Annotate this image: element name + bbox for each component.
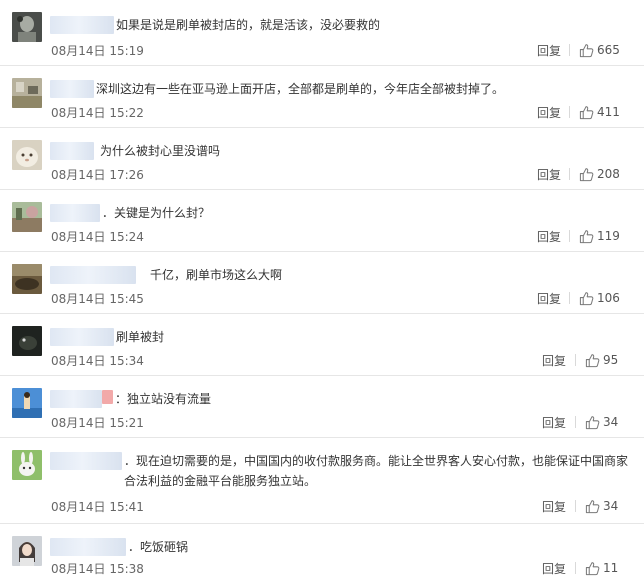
comment-text: ．吃饭砸锅 xyxy=(128,540,189,554)
like-button[interactable]: 11 xyxy=(585,560,618,576)
avatar[interactable] xyxy=(12,450,42,480)
comment-time: 08月14日 15:22 xyxy=(51,106,144,120)
like-button[interactable]: 208 xyxy=(579,166,620,182)
like-count: 34 xyxy=(603,415,619,429)
reply-button[interactable]: 回复 xyxy=(537,228,561,245)
separator xyxy=(575,562,576,574)
separator xyxy=(569,106,570,118)
thumbs-up-icon xyxy=(585,499,600,513)
thumbs-up-icon xyxy=(585,353,600,367)
comment-time: 08月14日 17:26 xyxy=(51,168,144,182)
separator xyxy=(569,44,570,56)
comment-time: 08月14日 15:24 xyxy=(51,230,144,244)
reply-button[interactable]: 回复 xyxy=(542,498,566,515)
comment-text: 千亿，刷单市场这么大啊 xyxy=(150,268,283,282)
thumbs-up-icon xyxy=(585,415,600,429)
like-count: 208 xyxy=(597,167,620,181)
comment-text: 为什么被封心里没谱吗 xyxy=(100,144,221,158)
like-count: 11 xyxy=(603,561,619,575)
comment-time: 08月14日 15:45 xyxy=(51,292,144,306)
like-button[interactable]: 34 xyxy=(585,498,618,514)
comment-time: 08月14日 15:41 xyxy=(51,500,144,514)
avatar[interactable] xyxy=(12,326,42,356)
separator xyxy=(569,230,570,242)
comment-time: 08月14日 15:38 xyxy=(51,562,144,576)
like-count: 411 xyxy=(597,105,620,119)
like-count: 119 xyxy=(597,229,620,243)
like-button[interactable]: 106 xyxy=(579,290,620,306)
avatar[interactable] xyxy=(12,12,42,42)
blurred-username[interactable] xyxy=(50,204,100,222)
like-button[interactable]: 411 xyxy=(579,104,620,120)
avatar[interactable] xyxy=(12,202,42,232)
user-tag xyxy=(102,390,113,404)
thumbs-up-icon xyxy=(579,291,594,305)
avatar[interactable] xyxy=(12,388,42,418)
comment-list: 如果是说是刷单被封店的，就是活该，没必要救的 08月14日 15:19 回复 6… xyxy=(0,0,644,583)
like-count: 34 xyxy=(603,499,619,513)
blurred-username[interactable] xyxy=(50,142,94,160)
comment-item: ：独立站没有流量 08月14日 15:21 回复 34 xyxy=(0,376,644,438)
avatar[interactable] xyxy=(12,264,42,294)
comment-item: 刷单被封 08月14日 15:34 回复 95 xyxy=(0,314,644,376)
avatar[interactable] xyxy=(12,536,42,566)
reply-button[interactable]: 回复 xyxy=(542,414,566,431)
comment-text: ．现在迫切需要的是，中国国内的收付款服务商。能让全世界客人安心付款，也能保证中国… xyxy=(124,454,629,488)
avatar[interactable] xyxy=(12,140,42,170)
thumbs-up-icon xyxy=(585,561,600,575)
like-button[interactable]: 119 xyxy=(579,228,620,244)
like-button[interactable]: 34 xyxy=(585,414,618,430)
blurred-username[interactable] xyxy=(50,80,94,98)
reply-button[interactable]: 回复 xyxy=(537,42,561,59)
thumbs-up-icon xyxy=(579,229,594,243)
separator xyxy=(575,416,576,428)
separator xyxy=(575,500,576,512)
like-button[interactable]: 95 xyxy=(585,352,618,368)
comment-text: ．关键是为什么封？ xyxy=(102,206,211,220)
reply-button[interactable]: 回复 xyxy=(542,560,566,577)
separator xyxy=(575,354,576,366)
blurred-username[interactable] xyxy=(50,266,136,284)
thumbs-up-icon xyxy=(579,43,594,57)
comment-text: 刷单被封 xyxy=(116,330,165,344)
comment-text: 深圳这边有一些在亚马逊上面开店，全部都是刷单的，今年店全部被封掉了。 xyxy=(96,82,505,96)
comment-text: ：独立站没有流量 xyxy=(115,392,212,406)
reply-button[interactable]: 回复 xyxy=(537,166,561,183)
blurred-username[interactable] xyxy=(50,328,114,346)
reply-button[interactable]: 回复 xyxy=(537,104,561,121)
comment-time: 08月14日 15:21 xyxy=(51,416,144,430)
blurred-username[interactable] xyxy=(50,390,102,408)
comment-item: ．关键是为什么封？ 08月14日 15:24 回复 119 xyxy=(0,190,644,252)
comment-text: 如果是说是刷单被封店的，就是活该，没必要救的 xyxy=(116,18,381,32)
comment-item: 如果是说是刷单被封店的，就是活该，没必要救的 08月14日 15:19 回复 6… xyxy=(0,0,644,66)
comment-item: ．现在迫切需要的是，中国国内的收付款服务商。能让全世界客人安心付款，也能保证中国… xyxy=(0,438,644,524)
blurred-username[interactable] xyxy=(50,16,114,34)
reply-button[interactable]: 回复 xyxy=(542,352,566,369)
like-count: 665 xyxy=(597,43,620,57)
comment-time: 08月14日 15:19 xyxy=(51,44,144,58)
like-button[interactable]: 665 xyxy=(579,42,620,58)
blurred-username[interactable] xyxy=(50,452,122,470)
comment-item: 为什么被封心里没谱吗 08月14日 17:26 回复 208 xyxy=(0,128,644,190)
reply-button[interactable]: 回复 xyxy=(537,290,561,307)
thumbs-up-icon xyxy=(579,105,594,119)
like-count: 106 xyxy=(597,291,620,305)
thumbs-up-icon xyxy=(579,167,594,181)
separator xyxy=(569,168,570,180)
comment-item: ．吃饭砸锅 08月14日 15:38 回复 11 xyxy=(0,524,644,583)
comment-time: 08月14日 15:34 xyxy=(51,354,144,368)
blurred-username[interactable] xyxy=(50,538,126,556)
separator xyxy=(569,292,570,304)
like-count: 95 xyxy=(603,353,619,367)
avatar[interactable] xyxy=(12,78,42,108)
comment-item: 千亿，刷单市场这么大啊 08月14日 15:45 回复 106 xyxy=(0,252,644,314)
comment-item: 深圳这边有一些在亚马逊上面开店，全部都是刷单的，今年店全部被封掉了。 08月14… xyxy=(0,66,644,128)
